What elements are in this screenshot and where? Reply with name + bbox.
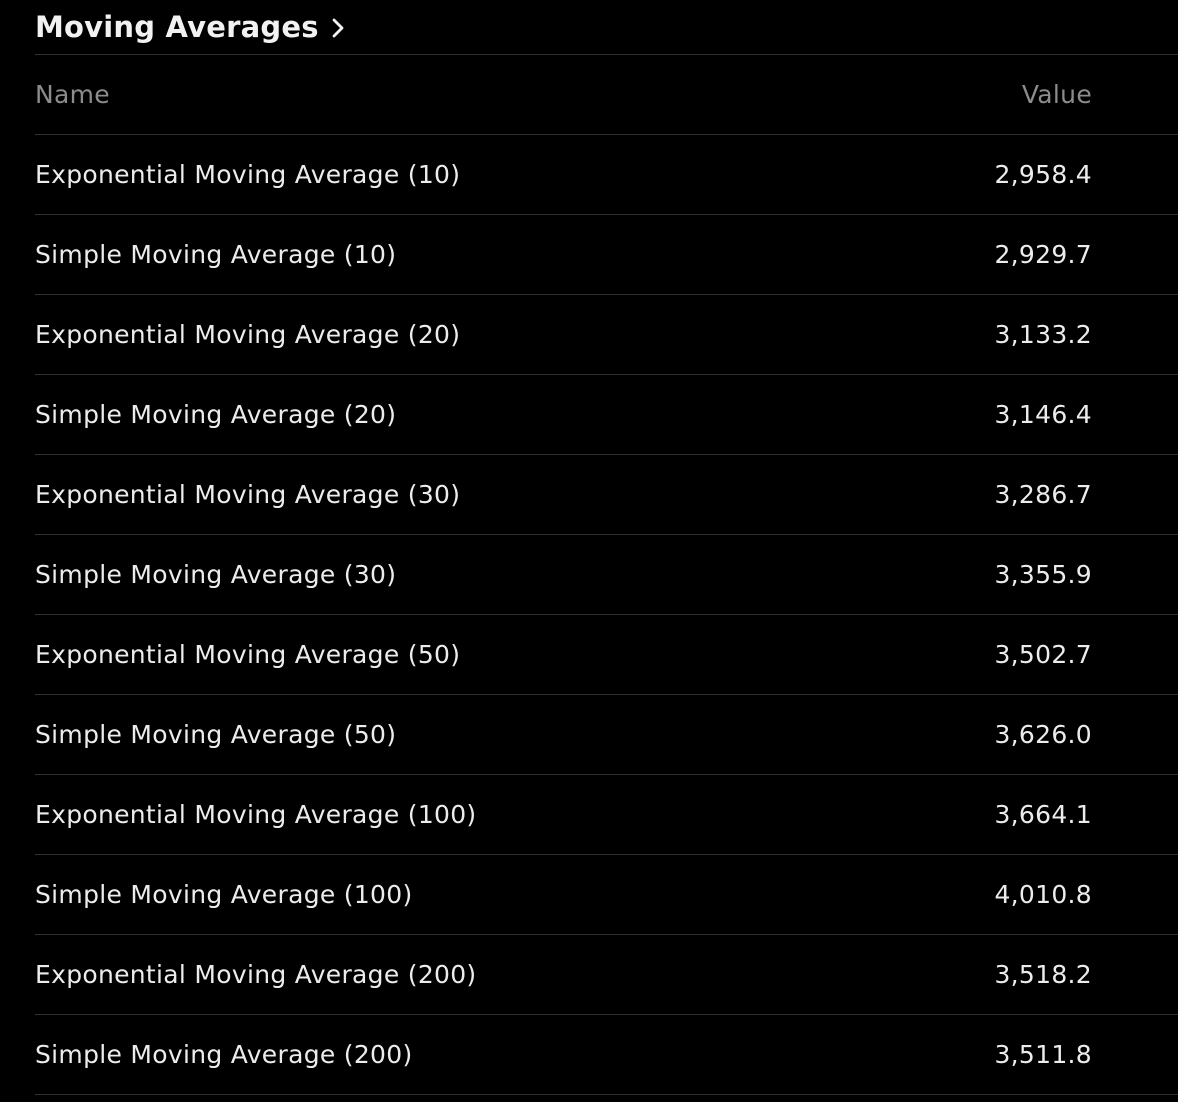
table-row: Simple Moving Average (100) 4,010.8	[35, 855, 1178, 935]
row-name: Simple Moving Average (50)	[35, 720, 397, 749]
table-row: Simple Moving Average (20) 3,146.4	[35, 375, 1178, 455]
row-value: 3,133.2	[994, 320, 1092, 349]
table-row: Exponential Moving Average (50) 3,502.7	[35, 615, 1178, 695]
column-header-value: Value	[1021, 80, 1092, 109]
row-name: Exponential Moving Average (50)	[35, 640, 461, 669]
row-value: 3,355.9	[994, 560, 1092, 589]
section-title: Moving Averages	[35, 10, 319, 44]
row-value: 3,518.2	[994, 960, 1092, 989]
row-name: Simple Moving Average (100)	[35, 880, 413, 909]
row-value: 4,010.8	[994, 880, 1092, 909]
row-name: Simple Moving Average (30)	[35, 560, 397, 589]
table-row: Simple Moving Average (200) 3,511.8	[35, 1015, 1178, 1095]
table-header-row: Name Value	[35, 55, 1178, 135]
row-name: Exponential Moving Average (100)	[35, 800, 477, 829]
table-row: Exponential Moving Average (100) 3,664.1	[35, 775, 1178, 855]
row-value: 3,502.7	[994, 640, 1092, 669]
row-value: 3,626.0	[994, 720, 1092, 749]
table-row: Simple Moving Average (30) 3,355.9	[35, 535, 1178, 615]
table-row: Exponential Moving Average (20) 3,133.2	[35, 295, 1178, 375]
table-row: Exponential Moving Average (200) 3,518.2	[35, 935, 1178, 1015]
table: Name Value Exponential Moving Average (1…	[35, 54, 1178, 1095]
row-name: Simple Moving Average (10)	[35, 240, 397, 269]
row-name: Exponential Moving Average (20)	[35, 320, 461, 349]
row-name: Exponential Moving Average (30)	[35, 480, 461, 509]
row-value: 3,511.8	[994, 1040, 1092, 1069]
row-name: Exponential Moving Average (200)	[35, 960, 477, 989]
chevron-right-icon	[327, 17, 349, 39]
table-row: Simple Moving Average (50) 3,626.0	[35, 695, 1178, 775]
table-row: Exponential Moving Average (30) 3,286.7	[35, 455, 1178, 535]
row-value: 2,958.4	[994, 160, 1092, 189]
column-header-name: Name	[35, 80, 110, 109]
row-name: Exponential Moving Average (10)	[35, 160, 461, 189]
section-header-link[interactable]: Moving Averages	[35, 0, 1178, 54]
moving-averages-section: Moving Averages Name Value Exponential M…	[35, 0, 1178, 1102]
row-name: Simple Moving Average (20)	[35, 400, 397, 429]
row-value: 2,929.7	[994, 240, 1092, 269]
row-name: Simple Moving Average (200)	[35, 1040, 413, 1069]
row-value: 3,146.4	[994, 400, 1092, 429]
row-value: 3,286.7	[994, 480, 1092, 509]
table-row: Exponential Moving Average (10) 2,958.4	[35, 135, 1178, 215]
table-row: Simple Moving Average (10) 2,929.7	[35, 215, 1178, 295]
row-value: 3,664.1	[994, 800, 1092, 829]
